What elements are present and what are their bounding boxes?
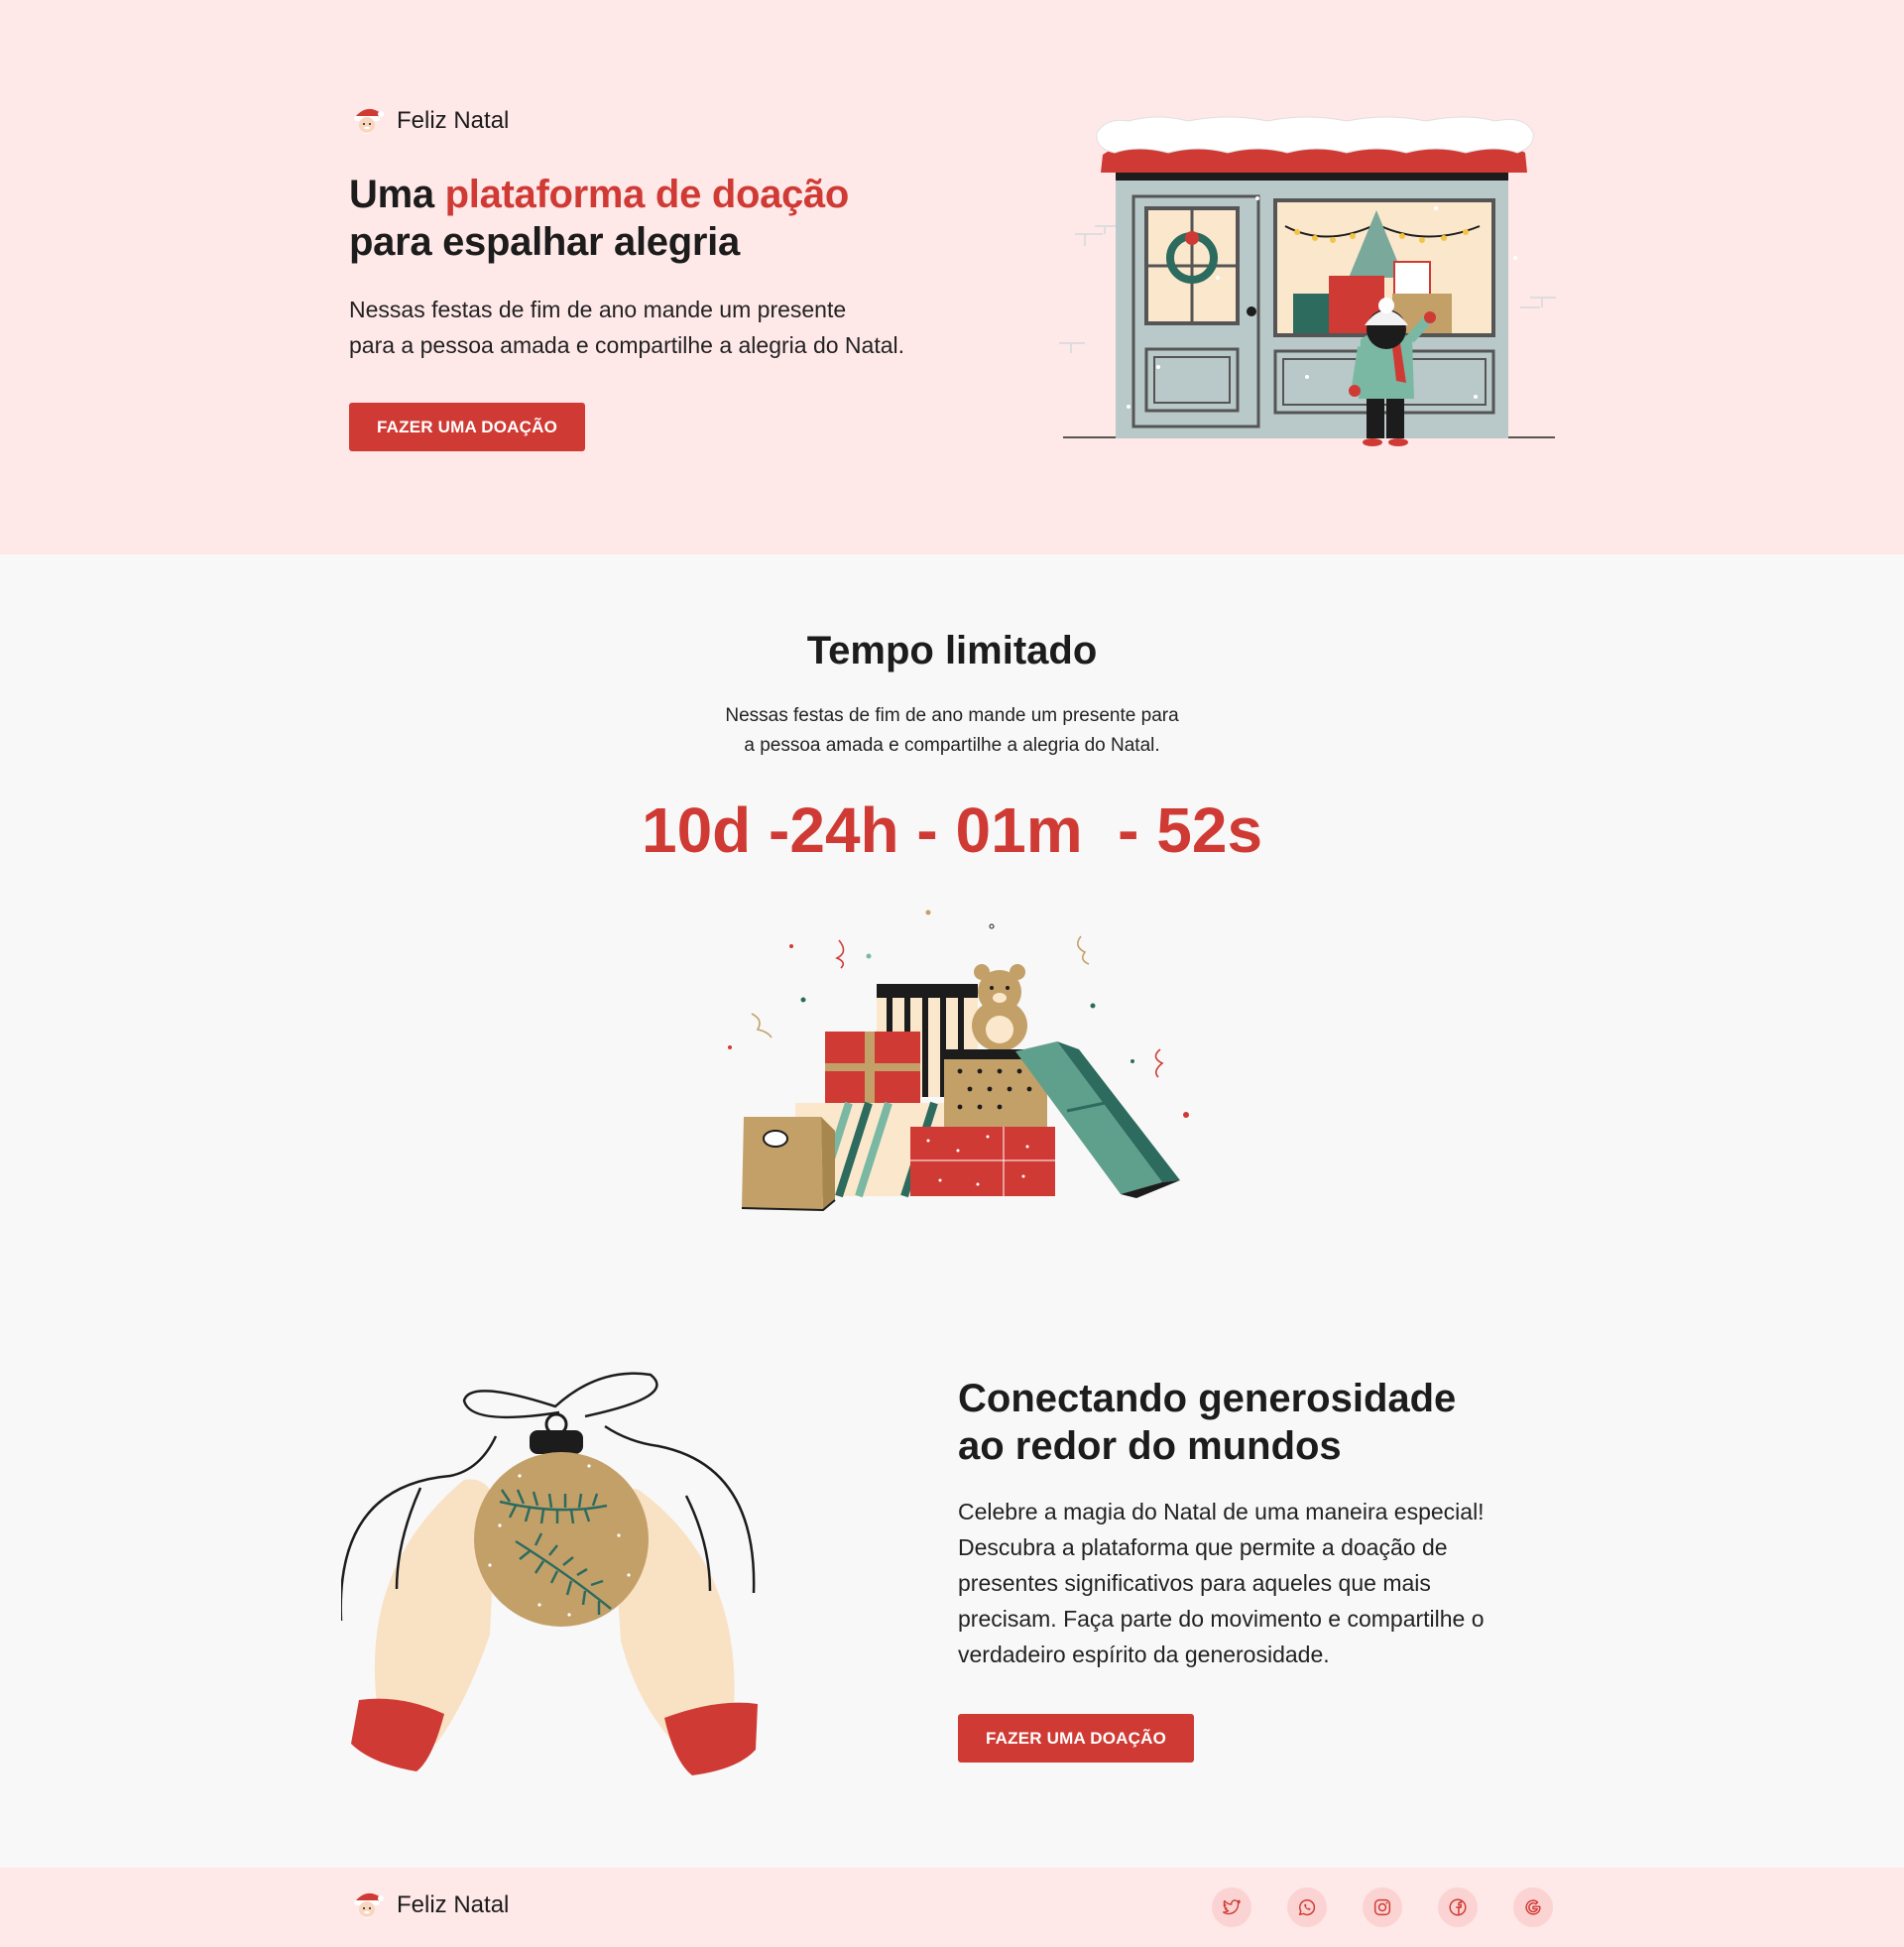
twitter-icon [1222,1899,1241,1915]
footer [0,1868,1904,1947]
footer-brand-logo[interactable]: Feliz Natal [351,1887,509,1923]
hero-description-line1: Nessas festas de fim de ano mande um pre… [349,297,847,322]
santa-icon [354,1892,384,1918]
santa-icon [354,108,384,134]
hero-title-prefix: Uma [349,173,445,216]
hero-title-suffix: para espalhar alegria [349,220,740,264]
social-links [1212,1887,1553,1927]
facebook-link[interactable] [1438,1887,1478,1927]
whatsapp-link[interactable] [1287,1887,1327,1927]
gift-pile-illustration [728,910,1189,1212]
twitter-link[interactable] [1212,1887,1251,1927]
hero-description: Nessas festas de fim de ano mande um pre… [349,292,944,363]
instagram-link[interactable] [1363,1887,1402,1927]
timer-description-line1: Nessas festas de fim de ano mande um pre… [725,705,1179,726]
generosity-donate-button[interactable]: FAZER UMA DOAÇÃO [958,1714,1194,1763]
timer-title: Tempo limitado [806,629,1098,672]
countdown-timer: 10d -24h - 01m - 52s [641,794,1263,866]
hero-description-line2: para a pessoa amada e compartilhe a aleg… [349,332,905,358]
google-link[interactable] [1513,1887,1553,1927]
generosity-title: Conectando generosidade ao redor do mundo… [958,1375,1553,1470]
whatsapp-icon [1298,1899,1316,1916]
generosity-description: Celebre a magia do Natal de uma maneira … [958,1499,1485,1667]
hero-title: Uma plataforma de doação para espalhar al… [349,171,964,266]
ornament-hands-illustration [341,1372,758,1775]
timer-description: Nessas festas de fim de ano mande um pre… [654,701,1250,761]
shop-window-child-illustration [1059,116,1556,446]
footer-brand-name: Feliz Natal [397,1891,510,1918]
google-icon [1525,1899,1541,1915]
generosity-title-line1: Conectando generosidade [958,1377,1457,1420]
hero-donate-button[interactable]: FAZER UMA DOAÇÃO [349,403,585,451]
generosity-title-line2: ao redor do mundos [958,1424,1342,1468]
facebook-icon [1449,1898,1467,1916]
instagram-icon [1373,1898,1391,1916]
brand-name: Feliz Natal [397,107,510,134]
brand-logo[interactable]: Feliz Natal [351,103,509,139]
hero-section [0,0,1904,554]
timer-description-line2: a pessoa amada e compartilhe a alegria d… [744,735,1160,756]
hero-title-highlight: plataforma de doação [444,173,850,216]
